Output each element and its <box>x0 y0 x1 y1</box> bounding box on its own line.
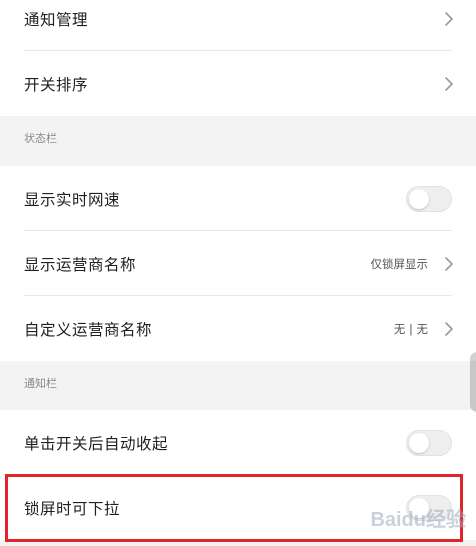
row-notification-management[interactable]: 通知管理 <box>0 0 476 51</box>
chevron-right-icon <box>445 256 453 271</box>
section-header-notification-bar: 通知栏 <box>0 361 476 401</box>
row-pull-down-on-lockscreen[interactable]: 锁屏时可下拉 <box>0 475 476 540</box>
toggle-knob <box>409 432 429 453</box>
settings-screen: 通知管理 开关排序 状态栏 显示实时网速 显示运营商名称 仅锁屏显示 自定义运营… <box>0 0 476 546</box>
settings-group-notification-bar: 单击开关后自动收起 锁屏时可下拉 <box>0 410 476 540</box>
section-title: 状态栏 <box>24 132 57 145</box>
row-label: 单击开关后自动收起 <box>24 434 169 453</box>
row-label: 自定义运营商名称 <box>24 320 153 339</box>
row-custom-carrier-name[interactable]: 自定义运营商名称 无 | 无 <box>0 296 476 361</box>
row-show-network-speed[interactable]: 显示实时网速 <box>0 166 476 231</box>
toggle-knob <box>409 188 429 209</box>
row-label: 通知管理 <box>24 10 89 29</box>
chevron-right-icon <box>445 11 453 26</box>
settings-group-general: 通知管理 开关排序 <box>0 0 476 116</box>
row-label: 开关排序 <box>24 75 89 94</box>
custom-carrier-value: 无 | 无 <box>393 321 428 336</box>
row-label: 锁屏时可下拉 <box>24 499 121 518</box>
scroll-edge-handle <box>470 352 476 412</box>
auto-collapse-toggle[interactable] <box>406 429 452 456</box>
row-auto-collapse[interactable]: 单击开关后自动收起 <box>0 410 476 475</box>
toggle-knob <box>409 497 429 518</box>
row-label: 显示运营商名称 <box>24 255 137 274</box>
chevron-right-icon <box>445 76 453 91</box>
row-label: 显示实时网速 <box>24 190 121 209</box>
row-switch-sorting[interactable]: 开关排序 <box>0 51 476 116</box>
carrier-name-value: 仅锁屏显示 <box>370 256 429 271</box>
row-show-carrier-name[interactable]: 显示运营商名称 仅锁屏显示 <box>0 231 476 296</box>
chevron-right-icon <box>445 321 453 336</box>
section-header-status-bar: 状态栏 <box>0 116 476 156</box>
settings-group-status-bar: 显示实时网速 显示运营商名称 仅锁屏显示 自定义运营商名称 无 | 无 <box>0 166 476 361</box>
network-speed-toggle[interactable] <box>406 185 452 212</box>
section-title: 通知栏 <box>24 377 57 390</box>
lockscreen-pulldown-toggle[interactable] <box>406 494 452 521</box>
